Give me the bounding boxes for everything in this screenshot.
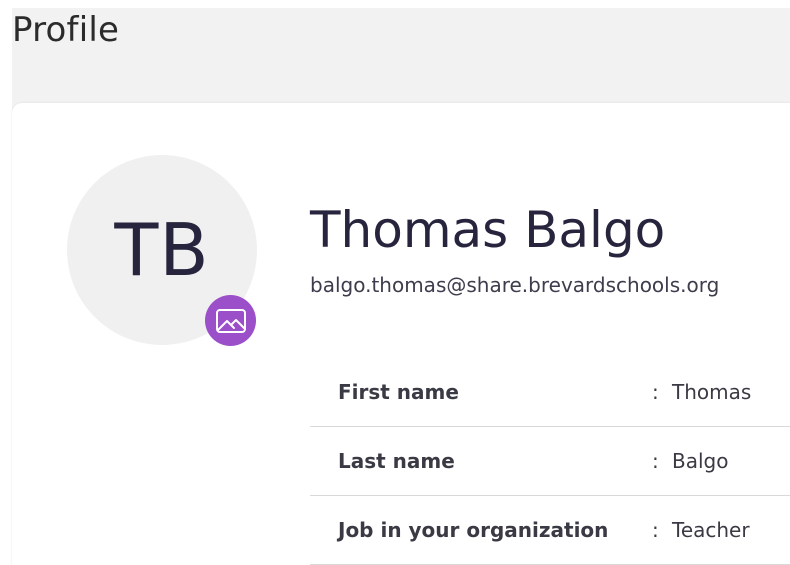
detail-label: First name — [338, 380, 459, 404]
detail-separator: : — [652, 380, 659, 404]
profile-details-list: First name : Thomas Last name : Balgo Jo… — [310, 358, 790, 565]
image-icon — [215, 308, 247, 334]
detail-label: Job in your organization — [338, 518, 609, 542]
detail-value: Teacher — [672, 518, 750, 542]
avatar-initials: TB — [114, 208, 210, 292]
profile-name: Thomas Balgo — [310, 201, 666, 259]
profile-page: Profile TB Thomas Balgo balgo.thomas@sha… — [0, 0, 790, 565]
detail-value: Thomas — [672, 380, 752, 404]
detail-value: Balgo — [672, 449, 729, 473]
top-edge — [0, 0, 790, 8]
left-edge — [0, 0, 12, 565]
profile-card: TB Thomas Balgo balgo.thomas@share.breva… — [12, 103, 790, 565]
detail-separator: : — [652, 518, 659, 542]
detail-row-first-name: First name : Thomas — [310, 358, 790, 427]
detail-row-job: Job in your organization : Teacher — [310, 496, 790, 565]
change-photo-button[interactable] — [205, 295, 256, 346]
detail-separator: : — [652, 449, 659, 473]
profile-email: balgo.thomas@share.brevardschools.org — [310, 273, 720, 297]
page-title: Profile — [12, 10, 120, 50]
detail-label: Last name — [338, 449, 455, 473]
detail-row-last-name: Last name : Balgo — [310, 427, 790, 496]
